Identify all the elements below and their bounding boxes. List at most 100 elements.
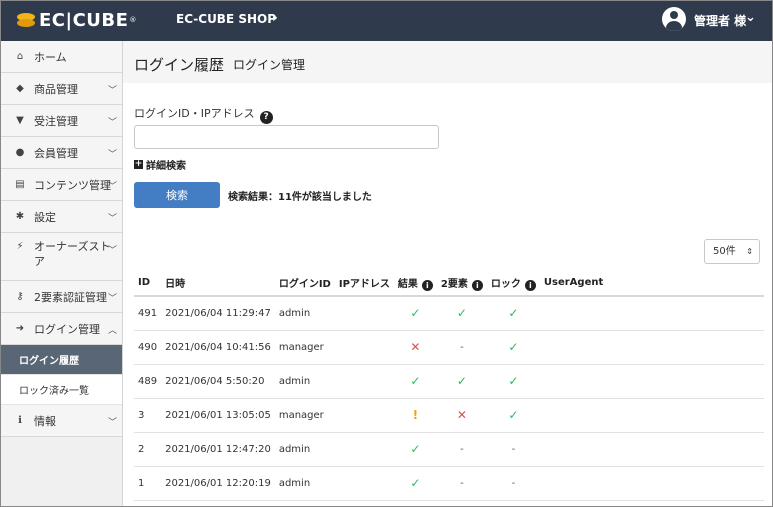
logo-registered-mark: ® — [129, 16, 137, 24]
chevron-down-icon: ﹀ — [107, 150, 117, 160]
sidebar-item-home[interactable]: ⌂ ホーム — [1, 41, 122, 73]
sidebar-item-info[interactable]: ℹ 情報 ﹀ — [1, 405, 122, 437]
page-subtitle: ログイン管理 — [233, 58, 306, 72]
sidebar-subitem-locked-list[interactable]: ロック済み一覧 — [1, 375, 122, 405]
column-header: 日時 — [161, 270, 275, 297]
status-cell: ✓ — [393, 432, 437, 467]
advanced-search-toggle[interactable]: + 詳細検索 — [134, 157, 186, 172]
cell-ip — [334, 296, 394, 331]
main-content: ログイン履歴 ログイン管理 ログインID・IPアドレス? + 詳細検索 検索 検… — [123, 41, 772, 506]
ec-cube-logo[interactable]: EC|CUBE ® — [17, 9, 136, 31]
cell-user-agent — [539, 296, 764, 331]
status-cell: - — [436, 432, 487, 467]
login-history-table: ID 日時 ログインID IPアドレス 結果 i 2要素 i ロック i UserAgent 491… — [134, 270, 764, 501]
dash-text: - — [511, 477, 516, 489]
sort-caret-icon: ⇕ — [746, 247, 753, 256]
app-window: EC|CUBE ® EC-CUBE SHOP › 管理者 様 ⌄ ⌂ ホーム ◆ 商品… — [0, 0, 773, 507]
cell-datetime: 2021/06/01 12:47:20 — [161, 432, 275, 467]
status-cell: - — [436, 330, 487, 365]
sidebar-item-label: ログイン管理 — [34, 322, 100, 336]
status-cell: ✓ — [486, 364, 540, 399]
cell-datetime: 2021/06/04 10:41:56 — [161, 330, 275, 365]
search-field-label-text: ログインID・IPアドレス — [134, 107, 255, 120]
cell-id: 1 — [134, 466, 162, 501]
info-icon: ℹ — [18, 415, 22, 426]
chevron-down-icon: ﹀ — [107, 86, 117, 96]
plug-icon: ⚡ — [16, 241, 24, 252]
cube-icon: ◆ — [16, 83, 24, 94]
sidebar-item-users[interactable]: ● 会員管理 ﹀ — [1, 137, 122, 169]
key-icon: ⚷ — [16, 291, 24, 302]
sidebar-item-cart[interactable]: ▼ 受注管理 ﹀ — [1, 105, 122, 137]
advanced-search-label: 詳細検索 — [146, 161, 186, 172]
cell-ip — [334, 466, 394, 501]
file-icon: ▤ — [15, 179, 25, 190]
search-result-count: 検索結果：11件が該当しました — [228, 192, 372, 203]
page-header: ログイン履歴 ログイン管理 — [123, 41, 772, 83]
info-icon[interactable]: i — [421, 279, 433, 291]
sidebar-item-plug[interactable]: ⚡ オーナーズストア ﹀ — [1, 233, 122, 281]
chevron-up-icon: ︿ — [107, 326, 117, 336]
table-row: 1 2021/06/01 12:20:19 admin ✓ - - — [134, 466, 764, 501]
chevron-down-icon[interactable]: ⌄ — [745, 10, 756, 25]
column-header-label: UserAgent — [543, 277, 604, 288]
column-header-label: ログインID — [278, 279, 331, 290]
chevron-down-icon: ﹀ — [107, 182, 117, 192]
sidebar-item-gear[interactable]: ✱ 設定 ﹀ — [1, 201, 122, 233]
cell-id: 3 — [134, 398, 162, 433]
check-icon: ✓ — [508, 408, 519, 422]
check-icon: ✓ — [508, 374, 519, 388]
column-header-label: 結果 — [397, 278, 418, 290]
question-circle-icon[interactable]: ? — [259, 111, 273, 124]
cell-ip — [334, 330, 394, 365]
cell-login-id: admin — [274, 364, 335, 399]
cell-login-id: manager — [274, 330, 335, 365]
status-cell: ✓ — [486, 296, 540, 331]
cell-datetime: 2021/06/01 13:05:05 — [161, 398, 275, 433]
sidebar-item-cube[interactable]: ◆ 商品管理 ﹀ — [1, 73, 122, 105]
table-row: 491 2021/06/04 11:29:47 admin ✓ ✓ ✓ — [134, 296, 764, 331]
sidebar-item-label: 商品管理 — [34, 82, 78, 96]
table-row: 490 2021/06/04 10:41:56 manager ✕ - ✓ — [134, 330, 764, 365]
check-icon: ✓ — [456, 374, 467, 388]
cell-login-id: manager — [274, 398, 335, 433]
status-cell: ✓ — [436, 364, 487, 399]
home-icon: ⌂ — [16, 51, 24, 62]
cell-id: 2 — [134, 432, 162, 467]
search-input[interactable] — [134, 125, 439, 149]
sidebar-item-key[interactable]: ⚷ 2要素認証管理 ﹀ — [1, 281, 122, 313]
status-cell: ! — [393, 398, 437, 433]
cell-datetime: 2021/06/04 5:50:20 — [161, 364, 275, 399]
shop-name-link[interactable]: EC-CUBE SHOP — [176, 12, 276, 26]
chevron-right-icon[interactable]: › — [272, 10, 278, 26]
cell-login-id: admin — [274, 466, 335, 501]
sidebar-item-file[interactable]: ▤ コンテンツ管理 ﹀ — [1, 169, 122, 201]
per-page-select[interactable]: 50件 ⇕ — [704, 239, 760, 264]
cell-user-agent — [539, 432, 764, 467]
check-icon: ✓ — [508, 340, 519, 354]
cell-id: 489 — [134, 364, 162, 399]
sidebar-item-sign-in[interactable]: ➜ ログイン管理 ︿ — [1, 313, 122, 345]
cell-user-agent — [539, 398, 764, 433]
sidebar-item-label: 2要素認証管理 — [34, 290, 107, 304]
check-icon: ✓ — [410, 306, 421, 321]
cell-login-id: admin — [274, 296, 335, 331]
info-icon[interactable]: i — [524, 279, 536, 291]
column-header: ID — [134, 270, 162, 297]
user-name[interactable]: 管理者 様 — [694, 12, 746, 29]
chevron-down-icon: ﹀ — [107, 214, 117, 224]
cell-id: 491 — [134, 296, 162, 331]
status-cell: - — [436, 466, 487, 501]
exclamation-icon: ! — [412, 408, 419, 422]
per-page-value: 50件 — [713, 246, 736, 257]
cell-datetime: 2021/06/01 12:20:19 — [161, 466, 275, 501]
dash-text: - — [511, 443, 516, 455]
sidebar-nav: ⌂ ホーム ◆ 商品管理 ﹀ ▼ 受注管理 ﹀ ● 会員管理 ﹀ ▤ コンテンツ管理 ﹀ ✱ 設定 ﹀ ⚡ オーナー… — [1, 41, 123, 506]
info-icon[interactable]: i — [471, 279, 483, 291]
search-button[interactable]: 検索 — [134, 182, 220, 208]
user-avatar-icon[interactable] — [662, 7, 686, 31]
plus-square-icon: + — [134, 159, 143, 169]
cell-user-agent — [539, 466, 764, 501]
sidebar-subitem-login-history[interactable]: ログイン履歴 — [1, 345, 122, 375]
chevron-down-icon: ﹀ — [107, 294, 117, 304]
